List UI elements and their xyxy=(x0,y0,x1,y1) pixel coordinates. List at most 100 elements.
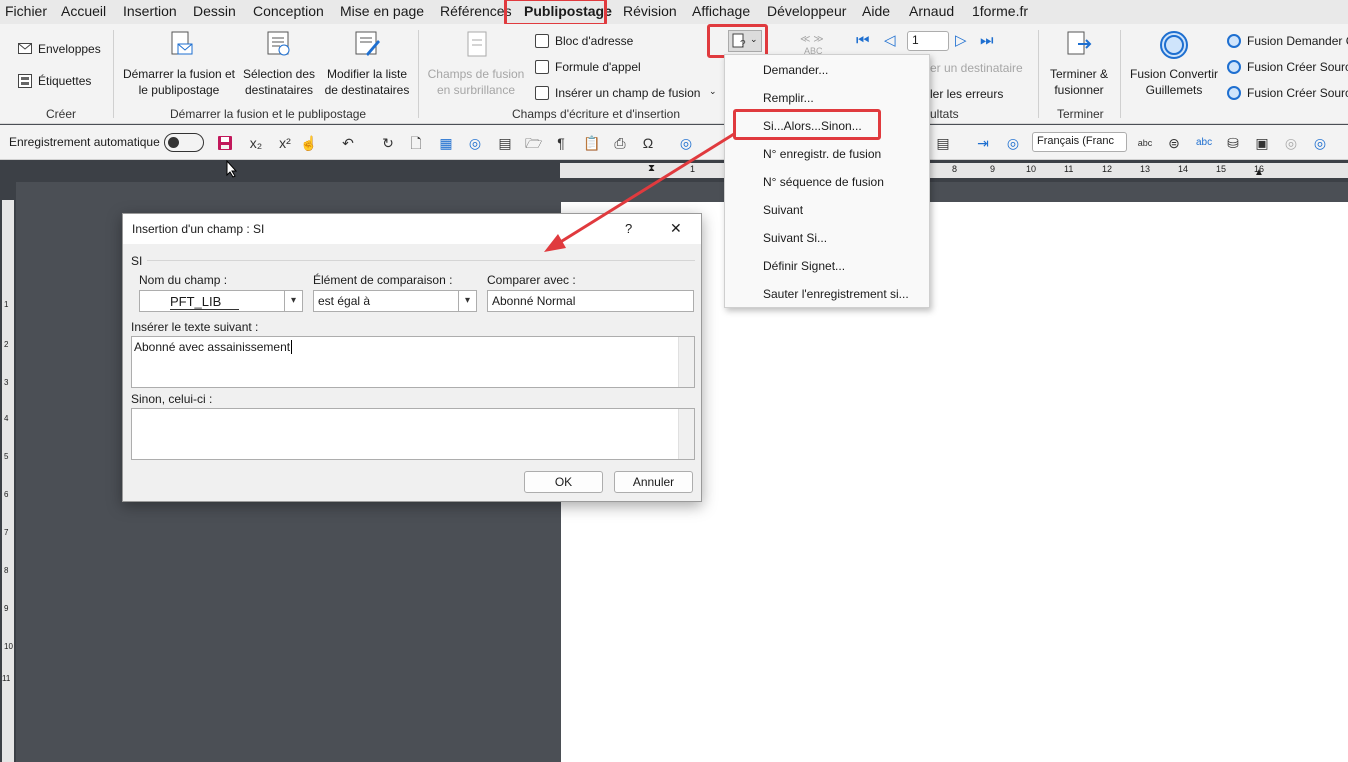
menu-item-sauter[interactable]: Sauter l'enregistrement si... xyxy=(763,287,909,301)
ruler-tick: 12 xyxy=(1102,164,1113,174)
fusion-convertir-label-1: Fusion Convertir xyxy=(1129,67,1219,81)
dialog-title: Insertion d'un champ : SI xyxy=(132,222,265,236)
menu-item-demander[interactable]: Demander... xyxy=(763,63,828,77)
demarrer-fusion-label-1: Démarrer la fusion et xyxy=(122,67,236,81)
enveloppes-button[interactable]: Enveloppes xyxy=(18,42,101,56)
abc-spellcheck-icon[interactable]: abc xyxy=(1137,135,1153,151)
fusion-convertir-button[interactable]: Fusion Convertir Guillemets xyxy=(1126,30,1222,100)
ruler-tick: 9 xyxy=(990,164,996,174)
menu-1forme[interactable]: 1forme.fr xyxy=(972,3,1028,19)
macro-circle-icon xyxy=(1227,60,1241,74)
section-divider xyxy=(147,260,695,261)
macro-circle-icon[interactable]: ◎ xyxy=(1312,135,1328,151)
champs-surbrillance-button[interactable]: Champs de fusion en surbrillance xyxy=(424,30,528,100)
table-icon[interactable]: ▦ xyxy=(438,135,454,151)
terminer-label-1: Terminer & xyxy=(1049,67,1108,81)
menu-arnaud[interactable]: Arnaud xyxy=(909,3,954,19)
highlight-fields-icon xyxy=(467,31,487,57)
menu-references[interactable]: Références xyxy=(440,3,512,19)
undo-icon[interactable]: ↶ xyxy=(340,135,356,151)
menu-mise-en-page[interactable]: Mise en page xyxy=(340,3,424,19)
autosave-toggle[interactable] xyxy=(164,133,204,152)
menu-item-definir-signet[interactable]: Définir Signet... xyxy=(763,259,845,273)
terminer-fusionner-button[interactable]: Terminer & fusionner xyxy=(1044,30,1114,100)
demarrer-fusion-button[interactable]: Démarrer la fusion et le publipostage xyxy=(122,30,236,100)
sinon-textarea[interactable] xyxy=(131,408,695,460)
chevron-down-icon[interactable]: ▾ xyxy=(284,291,302,311)
terminer-label-2: fusionner xyxy=(1054,83,1104,97)
menu-conception[interactable]: Conception xyxy=(253,3,324,19)
chevron-down-icon[interactable]: ⌄ xyxy=(709,86,717,97)
fusion-creer-source-button[interactable]: Fusion Créer Source xyxy=(1227,60,1348,74)
menu-developpeur[interactable]: Développeur xyxy=(767,3,846,19)
last-record-icon[interactable]: ⏭ xyxy=(980,32,994,49)
first-record-icon[interactable]: ⏮ xyxy=(856,32,870,49)
verifier-erreurs-label[interactable]: ler les erreurs xyxy=(930,86,1003,102)
ribbon: Enveloppes Étiquettes Créer Démarrer la … xyxy=(0,24,1348,124)
chevron-down-icon[interactable]: ▾ xyxy=(458,291,476,311)
preview-results-arrows-icon[interactable]: ≪ ≫ xyxy=(800,34,824,45)
database-icon[interactable]: ⛁ xyxy=(1225,135,1241,151)
formule-appel-button[interactable]: Formule d'appel xyxy=(535,60,641,74)
annuler-button[interactable]: Annuler xyxy=(614,471,693,493)
nom-champ-combo[interactable]: PFT_LIB ▾ xyxy=(139,290,303,312)
comparer-avec-input[interactable]: Abonné Normal xyxy=(487,290,694,312)
menu-item-suivant[interactable]: Suivant xyxy=(763,203,803,217)
fusion-convertir-label-2: Guillemets xyxy=(1145,83,1203,97)
autosave-label: Enregistrement automatique xyxy=(9,135,160,149)
ok-button[interactable]: OK xyxy=(524,471,603,493)
menu-accueil[interactable]: Accueil xyxy=(61,3,106,19)
touch-mode-icon[interactable]: ☝ xyxy=(300,135,317,151)
menu-fichier[interactable]: Fichier xyxy=(5,3,47,19)
bloc-adresse-button[interactable]: Bloc d'adresse xyxy=(535,34,633,48)
envelope-icon xyxy=(18,43,32,54)
menu-item-no-sequence[interactable]: N° séquence de fusion xyxy=(763,175,884,189)
fusion-creer-source-2-button[interactable]: Fusion Créer Source xyxy=(1227,86,1348,100)
etiquettes-button[interactable]: Étiquettes xyxy=(18,74,91,88)
superscript-icon[interactable]: x² xyxy=(277,135,293,151)
vertical-ruler[interactable]: 2 3 4 5 6 7 8 9 10 11 1 xyxy=(2,200,14,762)
clipboard-icon[interactable]: ▤ xyxy=(497,135,513,151)
menu-item-no-enregistr[interactable]: N° enregistr. de fusion xyxy=(763,147,881,161)
subscript-icon[interactable]: x₂ xyxy=(248,135,264,151)
menu-insertion[interactable]: Insertion xyxy=(123,3,177,19)
menu-revision[interactable]: Révision xyxy=(623,3,677,19)
rechercher-destinataire-label[interactable]: er un destinataire xyxy=(930,60,1023,76)
etiquettes-label: Étiquettes xyxy=(38,74,92,88)
comparaison-combo[interactable]: est égal à ▾ xyxy=(313,290,477,312)
macro-circle-icon[interactable]: ◎ xyxy=(467,135,483,151)
menu-item-suivant-si[interactable]: Suivant Si... xyxy=(763,231,827,245)
textarea-scrollbar[interactable] xyxy=(678,337,694,387)
ruler-tick: 15 xyxy=(1216,164,1227,174)
field-icon[interactable]: ▣ xyxy=(1254,135,1270,151)
export-icon[interactable]: ⇥ xyxy=(975,135,991,151)
macro-circle-icon xyxy=(1227,86,1241,100)
menu-aide[interactable]: Aide xyxy=(862,3,890,19)
menu-item-remplir[interactable]: Remplir... xyxy=(763,91,814,105)
vruler-tick: 6 xyxy=(4,490,9,499)
language-select[interactable]: Français (Franc xyxy=(1032,132,1127,152)
track-changes-icon[interactable]: ⊜ xyxy=(1166,135,1182,151)
textarea-scrollbar[interactable] xyxy=(678,409,694,459)
inserer-champ-button[interactable]: Insérer un champ de fusion xyxy=(535,86,700,100)
macro-circle-icon[interactable]: ◎ xyxy=(1005,135,1021,151)
save-icon[interactable] xyxy=(217,135,233,151)
macro-disabled-icon[interactable]: ◎ xyxy=(1283,135,1299,151)
inserer-texte-textarea[interactable]: Abonné avec assainissement xyxy=(131,336,695,388)
form-icon[interactable]: ▤ xyxy=(935,135,951,151)
selection-destinataires-button[interactable]: Sélection des destinataires xyxy=(238,30,320,100)
abc-autocorrect-icon[interactable]: abc xyxy=(1196,135,1212,151)
record-number-input[interactable]: 1 xyxy=(907,31,949,51)
previous-record-icon[interactable]: ◁ xyxy=(884,31,896,49)
modifier-liste-button[interactable]: Modifier la liste de destinataires xyxy=(322,30,412,100)
redo-icon[interactable]: ↻ xyxy=(380,135,396,151)
right-indent-marker-icon[interactable]: ▲ xyxy=(1254,167,1264,178)
menu-affichage[interactable]: Affichage xyxy=(692,3,750,19)
ribbon-separator xyxy=(1120,30,1121,118)
ribbon-separator xyxy=(418,30,419,118)
vruler-tick: 11 xyxy=(2,674,11,683)
next-record-icon[interactable]: ▷ xyxy=(955,31,967,49)
new-doc-icon[interactable]: 🗋 xyxy=(408,135,424,151)
menu-dessin[interactable]: Dessin xyxy=(193,3,236,19)
fusion-demander-button[interactable]: Fusion Demander C xyxy=(1227,34,1348,48)
